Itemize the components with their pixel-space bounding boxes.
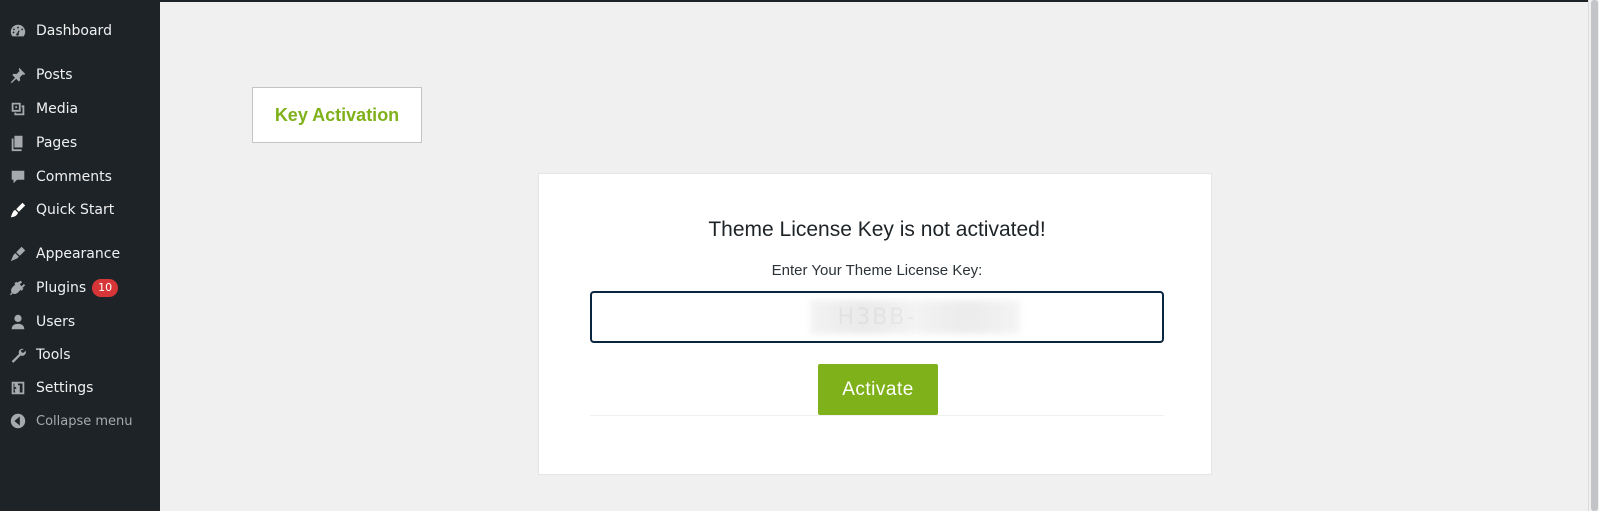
page-scrollbar[interactable] [1588, 0, 1599, 511]
plugin-icon [8, 278, 28, 298]
tab-label: Key Activation [274, 104, 400, 125]
sidebar-item-label: Appearance [36, 246, 121, 262]
sidebar-item-appearance[interactable]: Appearance [0, 239, 160, 269]
sidebar-item-label: Collapse menu [36, 413, 133, 429]
collapse-menu-button[interactable]: Collapse menu [0, 406, 160, 436]
pin-icon [8, 65, 28, 85]
sidebar-item-dashboard[interactable]: Dashboard [0, 16, 160, 46]
sidebar-item-comments[interactable]: Comments [0, 162, 160, 192]
admin-sidebar: Dashboard Posts Media Pages Comments Qui… [0, 0, 160, 511]
wrench-icon [8, 345, 28, 365]
pages-icon [8, 133, 28, 153]
license-key-input[interactable] [590, 291, 1164, 343]
user-icon [8, 312, 28, 332]
sidebar-item-label: Plugins 10 [36, 279, 119, 297]
dashboard-icon [8, 21, 28, 41]
sidebar-item-label: Pages [36, 135, 78, 151]
sidebar-item-settings[interactable]: Settings [0, 373, 160, 403]
license-card: Theme License Key is not activated! Ente… [538, 173, 1212, 475]
sidebar-item-posts[interactable]: Posts [0, 60, 160, 90]
sidebar-item-users[interactable]: Users [0, 307, 160, 337]
sidebar-item-label: Quick Start [36, 202, 115, 218]
media-icon [8, 99, 28, 119]
admin-bar-edge [160, 0, 1588, 2]
sidebar-item-label: Tools [36, 347, 71, 363]
sidebar-item-plugins[interactable]: Plugins 10 [0, 273, 160, 303]
sidebar-item-tools[interactable]: Tools [0, 340, 160, 370]
plugin-update-count-badge: 10 [92, 279, 119, 297]
collapse-icon [8, 411, 28, 431]
appearance-icon [8, 244, 28, 264]
activate-button[interactable]: Activate [818, 364, 938, 415]
sidebar-item-label: Users [36, 314, 76, 330]
comment-icon [8, 167, 28, 187]
tab-key-activation[interactable]: Key Activation [252, 87, 422, 143]
sidebar-item-pages[interactable]: Pages [0, 128, 160, 158]
sidebar-item-media[interactable]: Media [0, 94, 160, 124]
brush-icon [8, 200, 28, 220]
sidebar-item-label: Dashboard [36, 23, 112, 39]
sidebar-item-label: Settings [36, 380, 94, 396]
sidebar-item-label: Posts [36, 67, 73, 83]
license-key-label: Enter Your Theme License Key: [771, 262, 983, 279]
scrollbar-thumb[interactable] [1591, 0, 1598, 511]
settings-icon [8, 378, 28, 398]
sidebar-item-label: Comments [36, 169, 112, 185]
license-form: Theme License Key is not activated! Ente… [590, 174, 1164, 416]
sidebar-item-text: Plugins [36, 280, 87, 296]
sidebar-item-quick-start[interactable]: Quick Start [0, 195, 160, 225]
license-status-heading: Theme License Key is not activated! [708, 218, 1046, 241]
sidebar-item-label: Media [36, 101, 79, 117]
